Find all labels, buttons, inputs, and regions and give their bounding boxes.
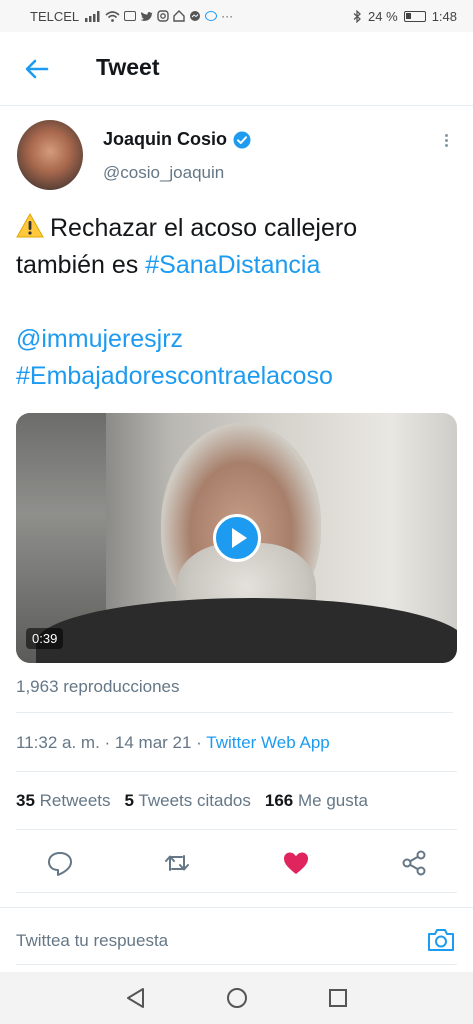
tweet-date: 14 mar 21	[114, 733, 192, 752]
carrier-label: TELCEL	[30, 8, 80, 24]
reply-input[interactable]: Twittea tu respuesta	[16, 931, 168, 951]
home-icon	[173, 10, 185, 22]
divider	[16, 829, 457, 830]
nav-back-button[interactable]	[124, 986, 148, 1010]
twitter-bird-icon	[140, 11, 153, 21]
camera-button[interactable]	[426, 926, 456, 954]
divider	[16, 892, 457, 893]
tweet-line-4: #Embajadorescontraelacoso	[16, 358, 456, 395]
warning-emoji-icon	[16, 213, 44, 238]
divider	[16, 964, 457, 965]
screen-icon	[124, 11, 137, 21]
retweet-icon	[165, 855, 189, 871]
nav-home-button[interactable]	[225, 986, 249, 1010]
avatar[interactable]	[17, 120, 83, 190]
tweet-line-2: también es #SanaDistancia	[16, 247, 456, 284]
top-bar: Tweet	[0, 32, 473, 106]
play-button[interactable]	[213, 514, 261, 562]
tweet-time: 11:32 a. m.	[16, 733, 100, 752]
tweet-line-1: Rechazar el acoso callejero	[16, 210, 456, 247]
divider	[16, 771, 457, 772]
share-button[interactable]	[399, 848, 429, 878]
reply-button[interactable]	[45, 848, 75, 878]
back-button[interactable]	[22, 54, 52, 84]
battery-icon	[403, 10, 426, 22]
page-title: Tweet	[96, 54, 160, 80]
reply-bar: Twittea tu respuesta	[0, 907, 473, 969]
circle-home-icon	[227, 988, 247, 1008]
divider	[16, 712, 453, 713]
camera-icon	[428, 929, 454, 951]
tweet-text: Rechazar el acoso callejero también es #…	[16, 210, 456, 395]
more-dot-icon	[444, 134, 448, 137]
retweets-stat[interactable]: 35 Retweets	[16, 791, 111, 810]
status-bar: TELCEL ··· 24 % 1:48	[0, 0, 473, 32]
action-bar	[0, 840, 473, 886]
video-duration: 0:39	[26, 628, 64, 649]
likes-label: Me gusta	[297, 791, 368, 810]
likes-count: 166	[264, 791, 294, 810]
triangle-back-icon	[127, 988, 144, 1008]
author-name-row[interactable]: Joaquin Cosio	[103, 129, 251, 150]
tweet-stats: 35 Retweets 5 Tweets citados 166 Me gusta	[16, 791, 368, 811]
heart-filled-icon	[284, 852, 308, 874]
hashtag-sanadistancia[interactable]: #SanaDistancia	[145, 251, 320, 279]
retweets-count: 35	[16, 791, 35, 810]
system-nav-bar	[0, 972, 473, 1024]
tweet-source-link[interactable]: Twitter Web App	[206, 733, 329, 752]
quotes-count: 5	[124, 791, 134, 810]
author-handle[interactable]: @cosio_joaquin	[103, 163, 224, 183]
back-arrow-icon	[25, 59, 49, 79]
like-button[interactable]	[281, 848, 311, 878]
square-recents-icon	[329, 989, 347, 1007]
bluetooth-icon	[353, 9, 362, 23]
reply-icon	[48, 852, 72, 876]
tweet-timestamp: 11:32 a. m. · 14 mar 21 · Twitter Web Ap…	[16, 733, 330, 752]
nav-recents-button[interactable]	[326, 986, 350, 1010]
wifi-icon	[105, 10, 120, 22]
messenger-icon	[190, 11, 201, 21]
notification-icon	[205, 11, 218, 21]
tweet-text-line1: Rechazar el acoso callejero	[50, 214, 358, 242]
signal-icon	[85, 10, 100, 22]
instagram-icon	[157, 10, 169, 22]
clock: 1:48	[431, 8, 457, 24]
share-icon	[402, 850, 426, 876]
mention-immujeresjrz[interactable]: @immujeresjrz	[16, 325, 183, 353]
quotes-stat[interactable]: 5 Tweets citados	[125, 791, 251, 810]
hashtag-embajadores[interactable]: #Embajadorescontraelacoso	[16, 362, 333, 390]
battery-percent: 24 %	[368, 8, 398, 24]
video-player[interactable]: 0:39	[16, 413, 457, 663]
status-icons: ···	[85, 9, 233, 23]
quotes-label: Tweets citados	[138, 791, 251, 810]
author-name[interactable]: Joaquin Cosio	[103, 129, 227, 150]
likes-stat[interactable]: 166 Me gusta	[265, 791, 368, 810]
retweet-button[interactable]	[162, 848, 192, 878]
verified-badge-icon	[233, 131, 251, 148]
tweet-line-3: @immujeresjrz	[16, 321, 456, 358]
tweet-text-line2: también es	[16, 251, 146, 279]
view-count: 1,963 reproducciones	[16, 677, 180, 696]
more-notifications-icon: ···	[221, 9, 234, 23]
more-options-button[interactable]	[438, 132, 454, 154]
retweets-label: Retweets	[39, 791, 111, 810]
